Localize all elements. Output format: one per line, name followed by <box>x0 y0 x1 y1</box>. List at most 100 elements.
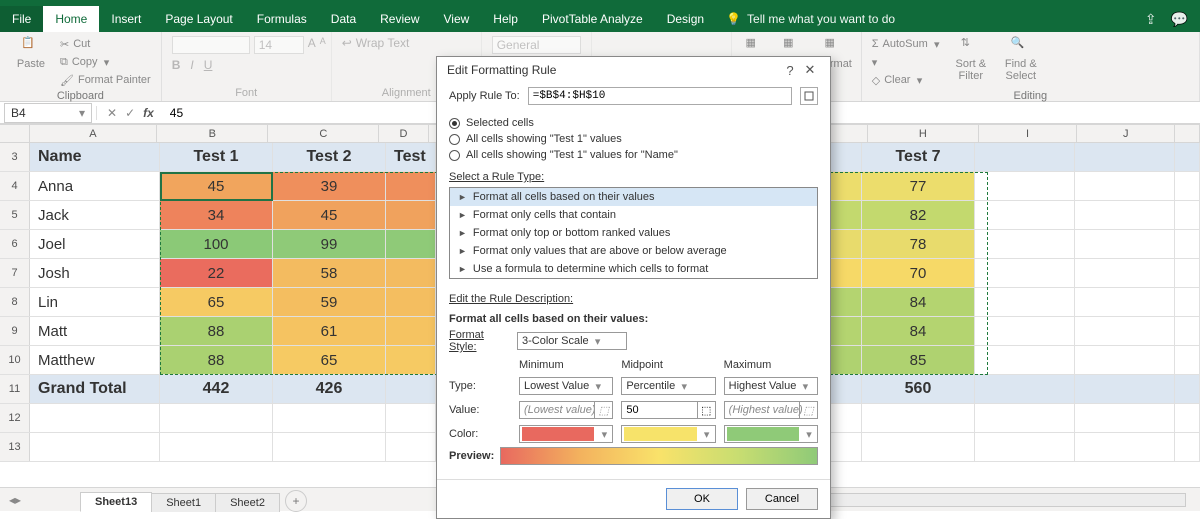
comments-icon[interactable]: 💬 <box>1171 11 1188 28</box>
copy-button[interactable]: ⧉Copy▾ <box>60 54 151 70</box>
row-header[interactable]: 11 <box>0 375 30 403</box>
format-style-combo[interactable]: 3-Color Scale▾ <box>517 332 627 350</box>
tab-pivottable-analyze[interactable]: PivotTable Analyze <box>530 6 655 32</box>
cell[interactable] <box>975 172 1075 200</box>
shrink-font-icon[interactable]: A <box>320 36 326 54</box>
cell[interactable] <box>1175 404 1200 432</box>
pivot-value-cell[interactable]: 22 <box>160 259 273 287</box>
fx-icon[interactable]: fx <box>143 106 154 120</box>
cell[interactable] <box>1075 346 1175 374</box>
name-box[interactable]: B4▾ <box>4 103 92 123</box>
find-select-button[interactable]: 🔍Find & Select <box>1000 36 1042 82</box>
pivot-total-cell[interactable]: 442 <box>160 375 273 403</box>
pivot-value-cell[interactable]: 100 <box>160 230 273 258</box>
pivot-name-cell[interactable]: Joel <box>30 230 160 258</box>
row-header[interactable]: 5 <box>0 201 30 229</box>
tab-page-layout[interactable]: Page Layout <box>153 6 244 32</box>
pivot-value-cell[interactable] <box>386 172 436 200</box>
help-button[interactable]: ? <box>780 63 800 78</box>
col-header-b[interactable]: B <box>157 125 268 142</box>
pivot-header-name[interactable]: Name <box>30 143 160 171</box>
pivot-value-cell[interactable]: 70 <box>862 259 975 287</box>
cell[interactable] <box>975 433 1075 461</box>
tab-data[interactable]: Data <box>319 6 368 32</box>
share-icon[interactable]: ⇪ <box>1145 11 1157 28</box>
ok-button[interactable]: OK <box>666 488 738 510</box>
pivot-value-cell[interactable] <box>386 201 436 229</box>
pivot-value-cell[interactable]: 84 <box>862 288 975 316</box>
rule-type-all-values[interactable]: ►Format all cells based on their values <box>450 188 817 206</box>
pivot-value-cell[interactable]: 78 <box>862 230 975 258</box>
enter-formula-icon[interactable]: ✓ <box>125 106 135 120</box>
color-min-combo[interactable]: ▾ <box>519 425 613 443</box>
apply-rule-to-input[interactable] <box>528 87 792 105</box>
value-min-input[interactable]: (Lowest value)⬚ <box>519 401 613 419</box>
underline-button[interactable]: U <box>204 58 213 72</box>
type-min-combo[interactable]: Lowest Value▾ <box>519 377 613 395</box>
pivot-name-cell[interactable]: Matthew <box>30 346 160 374</box>
cell[interactable] <box>862 404 975 432</box>
pivot-value-cell[interactable]: 82 <box>862 201 975 229</box>
tab-view[interactable]: View <box>432 6 482 32</box>
sheet-nav-left[interactable]: ◂▸ <box>0 493 30 507</box>
row-header[interactable]: 10 <box>0 346 30 374</box>
pivot-value-cell[interactable] <box>386 317 436 345</box>
range-picker-icon[interactable]: ⬚ <box>697 402 715 418</box>
pivot-value-cell[interactable]: 65 <box>273 346 386 374</box>
sheet-tab-1[interactable]: Sheet1 <box>151 493 216 512</box>
pivot-value-cell[interactable]: 99 <box>273 230 386 258</box>
pivot-value-cell[interactable]: 58 <box>273 259 386 287</box>
pivot-value-cell[interactable]: 61 <box>273 317 386 345</box>
radio-selected-cells[interactable]: Selected cells <box>449 115 818 131</box>
cell[interactable] <box>30 404 160 432</box>
cell[interactable] <box>1175 143 1200 171</box>
row-header[interactable]: 9 <box>0 317 30 345</box>
row-header[interactable]: 12 <box>0 404 30 432</box>
row-header[interactable]: 7 <box>0 259 30 287</box>
cell[interactable] <box>273 433 386 461</box>
add-sheet-button[interactable]: + <box>285 490 307 512</box>
sheet-tab-2[interactable]: Sheet2 <box>215 493 280 512</box>
number-format[interactable]: General <box>492 36 581 54</box>
range-picker-icon[interactable] <box>800 87 818 105</box>
rule-type-top-bottom[interactable]: ►Format only top or bottom ranked values <box>450 224 817 242</box>
italic-button[interactable]: I <box>190 58 193 72</box>
bold-button[interactable]: B <box>172 58 181 72</box>
cell[interactable] <box>386 375 436 403</box>
cell[interactable] <box>160 404 273 432</box>
row-header[interactable]: 6 <box>0 230 30 258</box>
cell[interactable] <box>386 404 436 432</box>
wrap-text-button[interactable]: ↩Wrap Text <box>342 36 410 50</box>
cell[interactable] <box>1075 404 1175 432</box>
grow-font-icon[interactable]: A <box>308 36 316 54</box>
row-header[interactable]: 3 <box>0 143 30 171</box>
pivot-name-cell[interactable]: Anna <box>30 172 160 200</box>
cell[interactable] <box>1175 317 1200 345</box>
tab-formulas[interactable]: Formulas <box>245 6 319 32</box>
paste-button[interactable]: 📋 Paste <box>10 36 52 70</box>
sort-filter-button[interactable]: ⇅Sort & Filter <box>950 36 992 82</box>
pivot-total-cell[interactable]: 426 <box>273 375 386 403</box>
rule-type-list[interactable]: ►Format all cells based on their values … <box>449 187 818 279</box>
cell[interactable] <box>1175 172 1200 200</box>
cell[interactable] <box>1075 230 1175 258</box>
cell[interactable] <box>1175 346 1200 374</box>
pivot-name-cell[interactable]: Lin <box>30 288 160 316</box>
cell[interactable] <box>1075 433 1175 461</box>
row-header[interactable]: 4 <box>0 172 30 200</box>
cell[interactable] <box>975 201 1075 229</box>
pivot-value-cell[interactable] <box>386 346 436 374</box>
cell[interactable] <box>30 433 160 461</box>
pivot-name-cell[interactable]: Matt <box>30 317 160 345</box>
cancel-formula-icon[interactable]: ✕ <box>107 106 117 120</box>
autosum-button[interactable]: ΣAutoSum▾ <box>872 36 942 52</box>
pivot-name-cell[interactable]: Jack <box>30 201 160 229</box>
sheet-tab-active[interactable]: Sheet13 <box>80 492 152 512</box>
type-mid-combo[interactable]: Percentile▾ <box>621 377 715 395</box>
row-header[interactable]: 8 <box>0 288 30 316</box>
cell[interactable] <box>975 143 1075 171</box>
range-picker-icon[interactable]: ⬚ <box>799 402 817 418</box>
pivot-value-cell[interactable]: 59 <box>273 288 386 316</box>
cell[interactable] <box>1075 172 1175 200</box>
font-size[interactable]: 14 <box>254 36 304 54</box>
